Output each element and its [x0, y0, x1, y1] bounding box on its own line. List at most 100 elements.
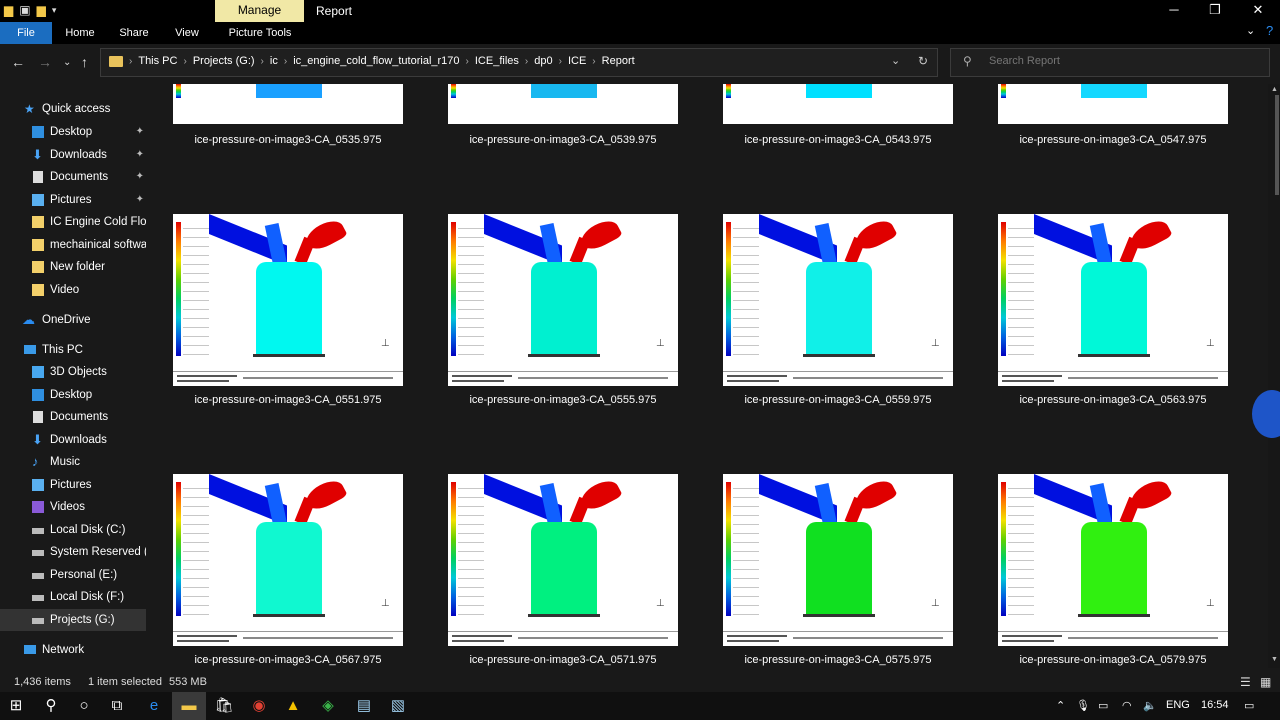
crumb-tutorial[interactable]: ic_engine_cold_flow_tutorial_r170: [293, 55, 459, 67]
sidebar-item-local-disk-c[interactable]: Local Disk (C:): [0, 519, 146, 541]
refresh-icon[interactable]: ↻: [918, 54, 928, 68]
crumb-ice-files[interactable]: ICE_files: [475, 55, 519, 67]
manage-context-tab[interactable]: Manage: [215, 0, 304, 22]
sidebar-item-new-folder[interactable]: New folder: [0, 256, 146, 278]
sidebar-item-videos[interactable]: Videos: [0, 496, 146, 518]
forward-arrow-icon[interactable]: →: [38, 54, 52, 70]
expand-ribbon-icon[interactable]: ⌄: [1246, 24, 1255, 37]
sidebar-item-pc-pictures[interactable]: Pictures: [0, 474, 146, 496]
snipping-tool-icon[interactable]: ▧: [388, 696, 408, 716]
sidebar-item-mechanical[interactable]: mechainical softwa: [0, 234, 146, 256]
properties-icon[interactable]: ▣: [19, 3, 30, 17]
sidebar-item-personal-e[interactable]: Personal (E:): [0, 564, 146, 586]
scroll-down-icon[interactable]: ▼: [1271, 656, 1278, 663]
wifi-icon[interactable]: ◠: [1122, 699, 1132, 712]
sidebar-item-system-reserved[interactable]: System Reserved (D: [0, 541, 146, 563]
file-name[interactable]: ice-pressure-on-image3-CA_0547.975: [978, 134, 1248, 146]
file-thumbnail[interactable]: [173, 84, 403, 124]
tab-view[interactable]: View: [166, 22, 208, 44]
store-icon[interactable]: 🛍: [214, 696, 234, 716]
minimize-button[interactable]: ─: [1152, 0, 1196, 22]
new-folder-icon[interactable]: ▆: [37, 3, 46, 17]
tab-picture-tools[interactable]: Picture Tools: [218, 22, 302, 44]
file-name[interactable]: ice-pressure-on-image3-CA_0555.975: [428, 394, 698, 406]
sidebar-item-quick-access[interactable]: ★ Quick access: [0, 98, 146, 120]
sidebar-item-projects-g[interactable]: Projects (G:): [0, 609, 146, 631]
sidebar-item-this-pc[interactable]: This PC: [0, 339, 146, 361]
file-thumbnail[interactable]: ⊥: [723, 474, 953, 646]
sidebar-item-downloads[interactable]: ⬇ Downloads ✦: [0, 144, 146, 166]
volume-icon[interactable]: 🔈: [1143, 699, 1157, 712]
battery-icon[interactable]: ▭: [1098, 699, 1108, 712]
folder-icon[interactable]: ▆: [4, 3, 13, 17]
address-bar[interactable]: › This PC › Projects (G:) › ic › ic_engi…: [100, 48, 938, 77]
sidebar-item-documents[interactable]: Documents ✦: [0, 166, 146, 188]
cortana-icon[interactable]: ○: [74, 696, 94, 716]
crumb-projects[interactable]: Projects (G:): [193, 55, 255, 67]
crumb-report[interactable]: Report: [602, 55, 635, 67]
sidebar-item-video[interactable]: Video: [0, 279, 146, 301]
up-arrow-icon[interactable]: ↑: [81, 54, 88, 70]
task-view-icon[interactable]: ⧉: [107, 696, 127, 716]
sidebar-item-desktop[interactable]: Desktop ✦: [0, 121, 146, 143]
show-hidden-icons-icon[interactable]: ⌃: [1056, 699, 1065, 712]
microphone-icon[interactable]: 🎙: [1076, 699, 1090, 712]
sidebar-item-pc-desktop[interactable]: Desktop: [0, 384, 146, 406]
clock[interactable]: 16:54: [1201, 699, 1229, 711]
edge-icon[interactable]: e: [144, 696, 164, 716]
file-name[interactable]: ice-pressure-on-image3-CA_0571.975: [428, 654, 698, 666]
back-arrow-icon[interactable]: ←: [11, 54, 25, 70]
file-thumbnail[interactable]: ⊥: [723, 214, 953, 386]
file-thumbnail[interactable]: ⊥: [173, 474, 403, 646]
scrollbar-thumb[interactable]: [1275, 95, 1279, 195]
crumb-this-pc[interactable]: This PC: [138, 55, 177, 67]
file-thumbnail[interactable]: [998, 84, 1228, 124]
crumb-ic[interactable]: ic: [270, 55, 278, 67]
large-icons-view-icon[interactable]: ▦: [1260, 675, 1271, 689]
chrome-icon[interactable]: ◉: [249, 696, 269, 716]
sidebar-item-pictures[interactable]: Pictures ✦: [0, 189, 146, 211]
sidebar-item-network[interactable]: Network: [0, 639, 146, 661]
crumb-dp0[interactable]: dp0: [534, 55, 552, 67]
help-icon[interactable]: ?: [1266, 23, 1273, 38]
crumb-ice[interactable]: ICE: [568, 55, 586, 67]
file-thumbnail[interactable]: ⊥: [998, 474, 1228, 646]
restore-button[interactable]: ❐: [1193, 0, 1237, 22]
file-name[interactable]: ice-pressure-on-image3-CA_0559.975: [703, 394, 973, 406]
tab-share[interactable]: Share: [112, 22, 156, 44]
file-name[interactable]: ice-pressure-on-image3-CA_0551.975: [153, 394, 423, 406]
tab-home[interactable]: Home: [58, 22, 102, 44]
file-name[interactable]: ice-pressure-on-image3-CA_0539.975: [428, 134, 698, 146]
sidebar-item-music[interactable]: ♪ Music: [0, 451, 146, 473]
file-name[interactable]: ice-pressure-on-image3-CA_0535.975: [153, 134, 423, 146]
sidebar-item-onedrive[interactable]: ☁ OneDrive: [0, 309, 146, 331]
workbench-icon[interactable]: ◈: [318, 696, 338, 716]
file-thumbnail[interactable]: [723, 84, 953, 124]
file-name[interactable]: ice-pressure-on-image3-CA_0543.975: [703, 134, 973, 146]
customize-toolbar-icon[interactable]: ▾: [52, 5, 57, 16]
sidebar-item-local-disk-f[interactable]: Local Disk (F:): [0, 586, 146, 608]
file-name[interactable]: ice-pressure-on-image3-CA_0575.975: [703, 654, 973, 666]
sidebar-item-3d-objects[interactable]: 3D Objects: [0, 361, 146, 383]
search-input[interactable]: [987, 54, 1261, 68]
notifications-icon[interactable]: ▭: [1244, 699, 1254, 712]
file-thumbnail[interactable]: ⊥: [448, 474, 678, 646]
tab-file[interactable]: File: [0, 22, 52, 44]
file-name[interactable]: ice-pressure-on-image3-CA_0579.975: [978, 654, 1248, 666]
file-thumbnail[interactable]: [448, 84, 678, 124]
file-explorer-icon[interactable]: ▬: [179, 696, 199, 716]
address-dropdown-icon[interactable]: ⌄: [891, 54, 900, 67]
notepad-icon[interactable]: ▤: [354, 696, 374, 716]
file-thumbnail[interactable]: ⊥: [998, 214, 1228, 386]
file-thumbnail[interactable]: ⊥: [173, 214, 403, 386]
language-indicator[interactable]: ENG: [1166, 699, 1190, 711]
ansys-icon[interactable]: ▲: [283, 696, 303, 716]
windows-start-icon[interactable]: ⊞: [6, 696, 26, 716]
scroll-up-icon[interactable]: ▲: [1271, 86, 1278, 93]
search-icon[interactable]: ⚲: [41, 696, 61, 716]
sidebar-item-ic-engine[interactable]: IC Engine Cold Flow: [0, 211, 146, 233]
search-box[interactable]: ⚲: [950, 48, 1270, 77]
file-name[interactable]: ice-pressure-on-image3-CA_0563.975: [978, 394, 1248, 406]
file-thumbnail[interactable]: ⊥: [448, 214, 678, 386]
file-name[interactable]: ice-pressure-on-image3-CA_0567.975: [153, 654, 423, 666]
